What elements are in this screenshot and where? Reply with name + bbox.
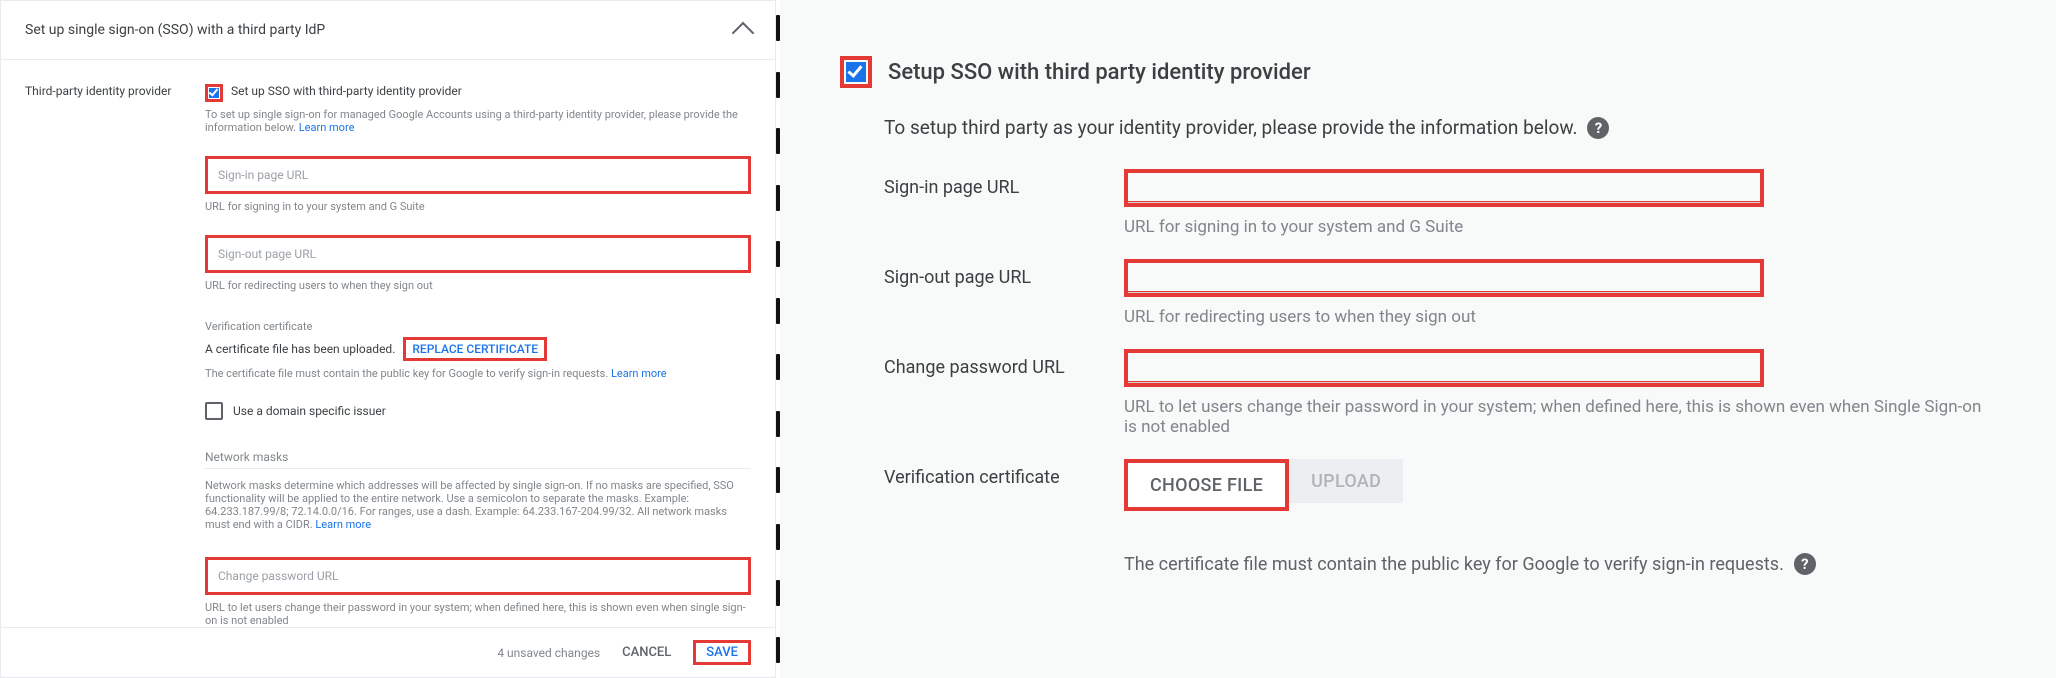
cpw-caption: URL to let users change their password i… xyxy=(1124,397,1996,437)
cert-note: The certificate file must contain the pu… xyxy=(1124,554,1784,575)
right-panel: Setup SSO with third party identity prov… xyxy=(780,0,2056,678)
sso-enable-checkbox[interactable] xyxy=(205,84,223,102)
network-masks-rule xyxy=(205,468,751,469)
cpw-url-input-large[interactable] xyxy=(1124,349,1764,387)
signin-url-caption: URL for signing in to your system and G … xyxy=(205,200,751,213)
signout-url-input[interactable]: Sign-out page URL xyxy=(205,235,751,273)
signout-caption: URL for redirecting users to when they s… xyxy=(1124,307,1996,327)
learn-more-link-2[interactable]: Learn more xyxy=(611,367,667,380)
cpw-url-field: Change password URL URL to let users cha… xyxy=(205,557,751,627)
signout-url-caption: URL for redirecting users to when they s… xyxy=(205,279,751,292)
domain-issuer-label: Use a domain specific issuer xyxy=(233,404,386,418)
cpw-label: Change password URL xyxy=(884,349,1114,378)
verify-label: Verification certificate xyxy=(884,459,1114,488)
signin-url-field: Sign-in page URL URL for signing in to y… xyxy=(205,156,751,213)
cpw-url-caption: URL to let users change their password i… xyxy=(205,601,751,627)
learn-more-link-3[interactable]: Learn more xyxy=(315,518,371,531)
replace-cert-button[interactable]: REPLACE CERTIFICATE xyxy=(403,337,547,361)
panel-header[interactable]: Set up single sign-on (SSO) with a third… xyxy=(1,1,775,60)
signout-url-input-large[interactable] xyxy=(1124,259,1764,297)
side-label: Third-party identity provider xyxy=(25,84,205,627)
cancel-button[interactable]: CANCEL xyxy=(622,645,671,660)
signin-caption: URL for signing in to your system and G … xyxy=(1124,217,1996,237)
choose-file-button[interactable]: CHOOSE FILE xyxy=(1124,459,1289,511)
help-icon-2[interactable]: ? xyxy=(1794,553,1816,575)
upload-button[interactable]: UPLOAD xyxy=(1289,459,1403,503)
left-panel: Set up single sign-on (SSO) with a third… xyxy=(0,0,776,678)
learn-more-link[interactable]: Learn more xyxy=(299,121,355,134)
signout-label: Sign-out page URL xyxy=(884,259,1114,288)
verify-cert-label: Verification certificate xyxy=(205,320,751,333)
chevron-up-icon xyxy=(732,22,755,45)
panel-footer: 4 unsaved changes CANCEL SAVE xyxy=(1,627,775,677)
signin-label: Sign-in page URL xyxy=(884,169,1114,198)
signout-url-field: Sign-out page URL URL for redirecting us… xyxy=(205,235,751,292)
save-button[interactable]: SAVE xyxy=(693,640,751,665)
cpw-url-input[interactable]: Change password URL xyxy=(205,557,751,595)
network-masks-head: Network masks xyxy=(205,450,751,464)
network-masks-body: Network masks determine which addresses … xyxy=(205,479,751,531)
sso-help-text: To set up single sign-on for managed Goo… xyxy=(205,108,751,134)
right-subtitle: To setup third party as your identity pr… xyxy=(884,116,1577,139)
right-title: Setup SSO with third party identity prov… xyxy=(888,60,1311,85)
verify-note: The certificate file must contain the pu… xyxy=(205,367,751,380)
sso-enable-checkbox-large[interactable] xyxy=(840,56,872,88)
signin-url-input[interactable]: Sign-in page URL xyxy=(205,156,751,194)
domain-issuer-checkbox[interactable] xyxy=(205,402,223,420)
unsaved-text: 4 unsaved changes xyxy=(497,646,600,660)
verify-uploaded-text: A certificate file has been uploaded. xyxy=(205,342,395,356)
panel-title: Set up single sign-on (SSO) with a third… xyxy=(25,22,325,38)
help-icon[interactable]: ? xyxy=(1587,117,1609,139)
sso-enable-label: Set up SSO with third-party identity pro… xyxy=(231,84,462,98)
signin-url-input-large[interactable] xyxy=(1124,169,1764,207)
